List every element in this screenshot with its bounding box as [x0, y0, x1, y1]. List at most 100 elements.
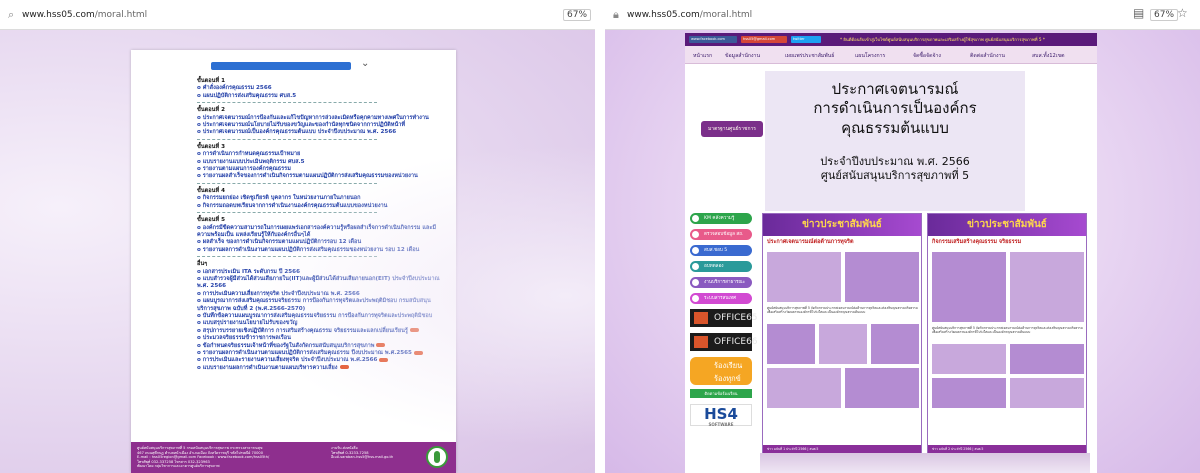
sidenav-km[interactable]: KM คลังความรู้	[690, 213, 752, 224]
chevron-down-icon[interactable]: ⌄	[361, 58, 369, 69]
site-info-icon[interactable]: 🔒︎	[613, 8, 619, 22]
hero-line: ประกาศเจตนารมณ์	[831, 80, 959, 98]
sidenav-system[interactable]: ระบบสารสนเทศ	[690, 293, 752, 304]
content-section: ขั้นตอนที่ 1o คำสั่งองค์กรคุณธรรม 2566 o …	[197, 78, 442, 104]
website-page: www.facebook.com hss05@gmail.com twitter…	[685, 33, 1097, 473]
document-link[interactable]: o การประเมินและรายงานความเสี่ยงทุจริต ปร…	[197, 357, 442, 364]
document-link[interactable]: o ประมวลจริยธรรมข้าราชการพลเรือน	[197, 335, 442, 342]
office66-link[interactable]: OFFICE66	[690, 333, 758, 351]
zoom-indicator[interactable]: 67%	[563, 9, 592, 21]
content-section: ขั้นตอนที่ 5o องค์กรมีขีดความสามารถในการ…	[197, 217, 442, 258]
menu-item-home[interactable]: หน้าแรก	[693, 52, 712, 60]
sidenav-hss[interactable]: สบส.ชอบ 5	[690, 245, 752, 256]
document-link-text: o รายงานตามแผนการองค์กรคุณธรรม	[197, 166, 291, 173]
complaint-tracking-button[interactable]: ติดตามข้อร้องเรียน	[690, 389, 752, 398]
document-link[interactable]: o เอกสารประเมิน ITA ระดับกรม ปี 2566	[197, 269, 442, 276]
url-text[interactable]: www.hss05.com/moral.html	[627, 10, 752, 20]
address-bar[interactable]: 🔒︎ www.hss05.com/moral.html ▤ 67% ☆	[605, 0, 1200, 30]
footer-email-link[interactable]: อีเมล์-saraban-hss5@hss.mail.go.th	[331, 455, 411, 460]
document-link-text: o แบบรายงานผลการดำเนินงานตามแผนบริหารควา…	[197, 364, 338, 371]
reader-view-icon[interactable]: ▤	[1133, 6, 1144, 20]
hs4-logo-subtext: SOFTWARE	[708, 422, 734, 427]
document-link[interactable]: o แบบรายงานผลการดำเนินงานตามแผนบริหารควา…	[197, 365, 442, 372]
menu-item-regions[interactable]: สบส.ทั้ง12เขต	[1032, 52, 1065, 60]
document-link[interactable]: o แบบสำรวจผู้มีส่วนได้ส่วนเสียภายใน(IIT)…	[197, 276, 442, 291]
complaint-label: ร้องทุกข์	[714, 374, 741, 383]
document-link[interactable]: o รายงานผลการดำเนินงานตามแผนปฏิบัติการส่…	[197, 247, 442, 254]
menu-item-contact[interactable]: ติดต่อสำนักงาน	[970, 52, 1005, 60]
twitter-link[interactable]: twitter	[791, 36, 821, 43]
hs4-software-link[interactable]: HS4 SOFTWARE	[690, 404, 752, 427]
new-badge-icon	[376, 343, 386, 348]
news-photo	[767, 368, 841, 408]
menu-item-pr[interactable]: เผยแพร่ประชาสัมพันธ์	[785, 52, 834, 60]
document-link[interactable]: o ผลสำเร็จ ของการดำเนินกิจกรรมตามแผนปฏิบ…	[197, 239, 442, 246]
hs4-logo-text: HS4	[704, 405, 738, 423]
document-link[interactable]: o ประกาศเจตนารมณ์เป็นองค์กรคุณธรรมต้นแบบ…	[197, 129, 442, 136]
news-card[interactable]: ข่าวประชาสัมพันธ์ ประกาศเจตนารมณ์ต่อต้าน…	[762, 213, 922, 473]
document-link-text: o สรุปการบรรยายเชิงปฏิบัติการ การเสริมสร…	[197, 327, 408, 334]
document-link-text: o การประเมินความเสี่ยงการทุจริต ประจำปีง…	[197, 290, 360, 297]
left-browser-window: ⌕ www.hss05.com/moral.html 67% ⌄ ขั้นตอน…	[0, 0, 595, 473]
new-badge-icon	[339, 365, 349, 370]
document-link[interactable]: o ประกาศเจตนารมณ์การป้องกันและแก้ไขปัญหา…	[197, 115, 442, 122]
office65-link[interactable]: OFFICE65	[690, 309, 758, 327]
news-photo	[932, 252, 1006, 322]
document-link[interactable]: o ประกาศเจตนารมณ์นโยบายไม่รับของขวัญและข…	[197, 122, 442, 129]
document-link[interactable]: o การประเมินความเสี่ยงการทุจริต ประจำปีง…	[197, 291, 442, 298]
document-link-text: o แผนบูรณาการส่งเสริมคุณธรรมจริยธรรม การ…	[197, 298, 431, 312]
complaint-link[interactable]: ร้องเรียน ร้องทุกข์	[690, 357, 752, 385]
document-link[interactable]: o ข้อกำหนดจริยธรรมเจ้าหน้าที่ของรัฐในสัง…	[197, 343, 442, 350]
sidenav-service[interactable]: งานบริการสาธารณะ	[690, 277, 752, 288]
footer-line: โทรศัพท์ 032-337258 โทรสาร 032-323963	[137, 459, 210, 464]
facebook-link[interactable]: www.facebook.com	[689, 36, 737, 43]
hero-line: การดำเนินการเป็นองค์กร	[813, 99, 977, 117]
document-link-text: o แบบสรุปรายงานนโยบายไม่รับของขวัญ	[197, 320, 298, 327]
document-link[interactable]: o บันทึกข้อความแผนบูรณาการส่งเสริมคุณธรร…	[197, 313, 442, 320]
url-text[interactable]: www.hss05.com/moral.html	[22, 10, 147, 20]
section-title: อื่นๆ	[197, 261, 208, 268]
news-card-header: ข่าวประชาสัมพันธ์	[763, 214, 921, 236]
welcome-marquee: * ยินดีต้อนรับเข้าสู่เว็บไซต์ศูนย์สนับสน…	[840, 37, 1045, 42]
complaint-label: ร้องเรียน	[714, 361, 743, 370]
menu-item-projects[interactable]: แผนโครงการ	[855, 52, 885, 60]
zoom-indicator[interactable]: 67%	[1150, 9, 1179, 21]
document-link-text: o แบบรายงานแบบประเมินพฤติกรรม ศบส.5	[197, 158, 305, 165]
document-link[interactable]: o แผนบูรณาการส่งเสริมคุณธรรมจริยธรรม การ…	[197, 298, 442, 313]
menu-item-procurement[interactable]: จัดซื้อจัดจ้าง	[913, 52, 941, 60]
document-link[interactable]: o กิจกรรมยกย่อง เชิดชูเกียรติ บุคลากร ใน…	[197, 195, 442, 202]
document-link[interactable]: o การดำเนินการกำหนดคุณธรรมเป้าหมาย	[197, 151, 442, 158]
footer-line: พัฒนาโดย กลุ่มวิชาการและอาคารศูนย์บริการ…	[137, 464, 220, 469]
footer-line: 467 ถนนศุขีกบฏ ตำบลหน้าเมือง อำเภอเมือง …	[137, 450, 263, 455]
sidenav-check[interactable]: ตรวจสอบข้อมูล สถ.	[690, 229, 752, 240]
document-link[interactable]: o แบบสรุปรายงานนโยบายไม่รับของขวัญ	[197, 320, 442, 327]
document-link[interactable]: o รายงานตามแผนการองค์กรคุณธรรม	[197, 166, 442, 173]
menu-item-office-info[interactable]: ข้อมูลสำนักงาน	[725, 52, 760, 60]
news-photo	[932, 344, 1006, 374]
top-banner: www.facebook.com hss05@gmail.com twitter…	[685, 33, 1097, 46]
email-link[interactable]: hss05@gmail.com	[741, 36, 787, 43]
document-link[interactable]: o สรุปการบรรยายเชิงปฏิบัติการ การเสริมสร…	[197, 328, 442, 335]
document-link[interactable]: o แผนปฏิบัติการส่งเสริมคุณธรรม ศบส.5	[197, 93, 442, 100]
section-title: ขั้นตอนที่ 1	[197, 78, 225, 84]
section-divider	[197, 182, 377, 184]
header-button[interactable]	[211, 62, 351, 70]
document-link[interactable]: o กิจกรรมถอดบทเรียนจากการดำเนินงานองค์กร…	[197, 203, 442, 210]
document-link[interactable]: o รายงานผลสำเร็จของการดำเนินกิจกรรมตามแผ…	[197, 173, 442, 180]
gov-standard-badge[interactable]: มาตรฐานศูนย์ราชการ	[701, 121, 763, 137]
news-photo	[871, 324, 919, 364]
document-link-text: o องค์กรมีขีดความสามารถในการเผยแพร่เอกสา…	[197, 224, 437, 238]
news-photo	[1010, 378, 1084, 408]
bookmark-star-icon[interactable]: ☆	[1177, 6, 1188, 20]
document-link-text: o แบบสำรวจผู้มีส่วนได้ส่วนเสียภายใน(IIT)…	[197, 275, 440, 290]
document-link[interactable]: o องค์กรมีขีดความสามารถในการเผยแพร่เอกสา…	[197, 225, 442, 240]
sidenav-test[interactable]: อบทดลอง	[690, 261, 752, 272]
document-link[interactable]: o คำสั่งองค์กรคุณธรรม 2566	[197, 85, 442, 92]
document-link[interactable]: o แบบรายงานแบบประเมินพฤติกรรม ศบส.5	[197, 159, 442, 166]
news-card[interactable]: ข่าวประชาสัมพันธ์ กิจกรรมเสริมสร้างคุณธร…	[927, 213, 1087, 473]
document-link[interactable]: o รายงานผลการดำเนินงานตามแผนปฏิบัติการส่…	[197, 350, 442, 357]
ministry-logo	[426, 446, 448, 468]
section-divider	[197, 212, 377, 214]
document-link-text: o เอกสารประเมิน ITA ระดับกรม ปี 2566	[197, 268, 300, 275]
address-bar[interactable]: ⌕ www.hss05.com/moral.html 67%	[0, 0, 595, 30]
